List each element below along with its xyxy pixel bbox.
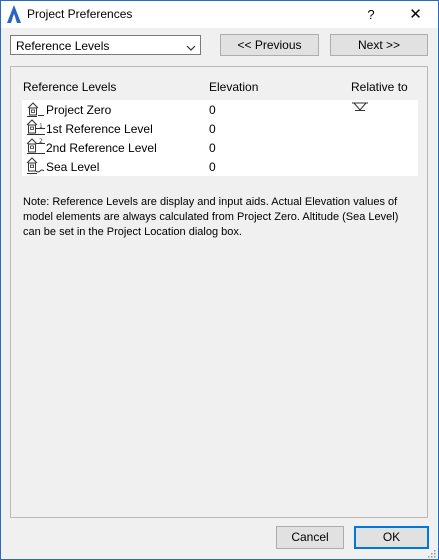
reference-levels-table: Project Zero 0 1 1st Reference Level 0 2… <box>22 100 418 176</box>
reference-level-elevation[interactable]: 0 <box>209 103 216 117</box>
next-button[interactable]: Next >> <box>330 34 428 56</box>
previous-button[interactable]: << Previous <box>220 34 319 56</box>
reference-level-name: Sea Level <box>46 160 100 174</box>
column-header-elevation: Elevation <box>209 80 259 94</box>
reference-level-name: 1st Reference Level <box>46 122 153 136</box>
reference-levels-panel: Reference Levels Elevation Relative to P… <box>10 66 428 518</box>
table-row-sea-level[interactable]: Sea Level 0 <box>22 157 418 176</box>
svg-text:2: 2 <box>39 138 43 145</box>
reference-level-2-icon: 2 <box>25 138 47 157</box>
title-bar[interactable]: Project Preferences ? ✕ <box>1 1 438 28</box>
reference-levels-note: Note: Reference Levels are display and i… <box>23 196 399 238</box>
column-header-reference-levels: Reference Levels <box>23 80 117 94</box>
reference-level-elevation[interactable]: 0 <box>209 141 216 155</box>
sea-level-icon <box>25 157 47 176</box>
reference-level-1-icon: 1 <box>25 119 47 138</box>
ok-button[interactable]: OK <box>354 526 429 549</box>
project-zero-icon <box>25 100 47 119</box>
archicad-app-icon <box>5 4 23 24</box>
reference-level-name: 2nd Reference Level <box>46 141 157 155</box>
table-row-1st-reference-level[interactable]: 1 1st Reference Level 0 <box>22 119 418 138</box>
close-button[interactable]: ✕ <box>393 1 438 28</box>
chevron-down-icon <box>186 41 196 51</box>
section-dropdown-value: Reference Levels <box>16 39 110 53</box>
svg-text:1: 1 <box>39 123 43 130</box>
table-row-2nd-reference-level[interactable]: 2 2nd Reference Level 0 <box>22 138 418 157</box>
resize-grip-icon[interactable] <box>426 547 436 558</box>
window-title: Project Preferences <box>27 7 133 21</box>
relative-to-marker-icon[interactable] <box>352 102 368 114</box>
table-row-project-zero[interactable]: Project Zero 0 <box>22 100 418 119</box>
reference-level-name: Project Zero <box>46 103 112 117</box>
reference-level-elevation[interactable]: 0 <box>209 122 216 136</box>
help-button[interactable]: ? <box>351 1 391 28</box>
reference-level-elevation[interactable]: 0 <box>209 160 216 174</box>
column-header-relative-to: Relative to <box>351 80 408 94</box>
section-dropdown[interactable]: Reference Levels <box>10 35 201 55</box>
project-preferences-dialog: Project Preferences ? ✕ Reference Levels… <box>0 0 439 560</box>
cancel-button[interactable]: Cancel <box>276 526 344 549</box>
